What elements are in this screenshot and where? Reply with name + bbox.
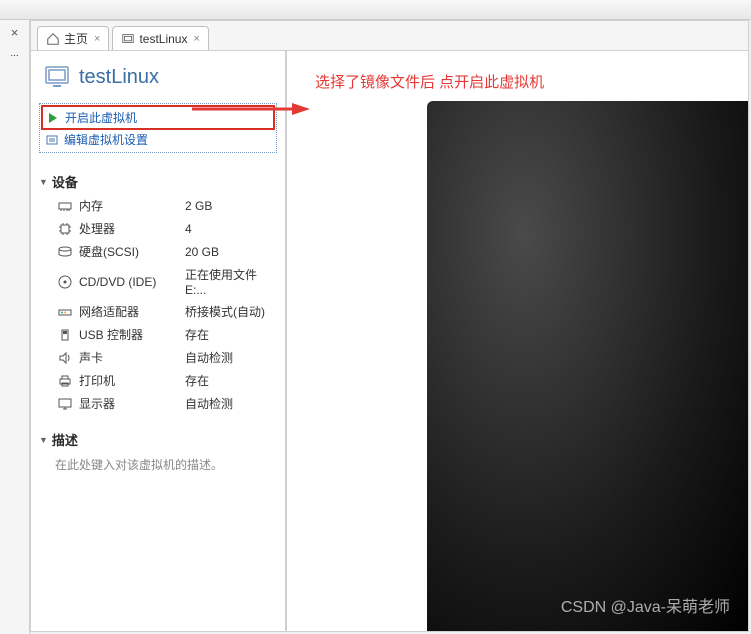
devices-header[interactable]: ▼ 设备 [39,169,277,194]
devices-title: 设备 [52,172,78,191]
settings-icon [46,134,58,146]
tab-close-icon[interactable]: × [193,33,199,45]
vm-preview-panel: 选择了镜像文件后 点开启此虚拟机 CSDN @Java-呆萌老师 [287,51,748,631]
device-value: 存在 [185,326,209,343]
panel-dots: ... [2,48,27,59]
edit-settings-button[interactable]: 编辑虚拟机设置 [42,129,274,150]
device-label: 打印机 [79,372,179,389]
device-label: 硬盘(SCSI) [79,243,179,260]
device-value: 20 GB [185,245,219,259]
device-label: USB 控制器 [79,326,179,343]
device-row-display[interactable]: 显示器 自动检测 [39,392,277,415]
device-value: 2 GB [185,199,212,213]
vm-screen-preview[interactable]: CSDN @Java-呆萌老师 [427,101,748,631]
vm-summary-panel: testLinux 开启此虚拟机 编辑虚拟机设置 [31,51,287,631]
device-value: 4 [185,222,192,236]
description-header[interactable]: ▼ 描述 [39,427,277,452]
vm-icon [121,32,135,46]
description-section: ▼ 描述 在此处键入对该虚拟机的描述。 [39,427,277,473]
device-value: 自动检测 [185,349,233,366]
hdd-icon [57,244,73,260]
device-row-sound[interactable]: 声卡 自动检测 [39,346,277,369]
vm-large-icon [43,63,71,91]
collapse-icon: ▼ [39,177,48,187]
panel-close-button[interactable]: × [2,25,27,40]
usb-icon [57,327,73,343]
printer-icon [57,373,73,389]
device-row-cd[interactable]: CD/DVD (IDE) 正在使用文件 E:... [39,263,277,300]
cpu-icon [57,221,73,237]
tab-bar: 主页 × testLinux × [31,21,748,51]
edit-settings-label: 编辑虚拟机设置 [64,131,148,148]
device-label: 网络适配器 [79,303,179,320]
network-icon [57,304,73,320]
cd-icon [57,274,73,290]
device-value: 存在 [185,372,209,389]
description-title: 描述 [52,430,78,449]
device-row-usb[interactable]: USB 控制器 存在 [39,323,277,346]
collapse-icon: ▼ [39,435,48,445]
device-label: 处理器 [79,220,179,237]
device-label: CD/DVD (IDE) [79,275,179,289]
device-list: 内存 2 GB 处理器 4 硬盘(SCSI) 20 GB [39,194,277,415]
play-icon [47,112,59,124]
device-row-cpu[interactable]: 处理器 4 [39,217,277,240]
device-row-network[interactable]: 网络适配器 桥接模式(自动) [39,300,277,323]
tab-vm[interactable]: testLinux × [112,26,208,50]
tab-home[interactable]: 主页 × [37,26,109,50]
top-toolbar [0,0,751,20]
power-on-button[interactable]: 开启此虚拟机 [41,105,275,130]
device-value: 正在使用文件 E:... [185,266,277,297]
memory-icon [57,198,73,214]
device-row-hdd[interactable]: 硬盘(SCSI) 20 GB [39,240,277,263]
home-icon [46,32,60,46]
tab-label: 主页 [64,30,88,47]
device-label: 内存 [79,197,179,214]
left-strip: × ... [0,20,30,634]
device-row-memory[interactable]: 内存 2 GB [39,194,277,217]
tab-label: testLinux [139,32,187,46]
watermark-text: CSDN @Java-呆萌老师 [561,593,730,617]
device-value: 自动检测 [185,395,233,412]
tab-close-icon[interactable]: × [94,33,100,45]
device-row-printer[interactable]: 打印机 存在 [39,369,277,392]
power-on-label: 开启此虚拟机 [65,109,137,126]
device-label: 声卡 [79,349,179,366]
vm-actions: 开启此虚拟机 编辑虚拟机设置 [39,103,277,153]
sound-icon [57,350,73,366]
annotation-text: 选择了镜像文件后 点开启此虚拟机 [315,71,544,92]
devices-section: ▼ 设备 内存 2 GB 处理器 4 [39,169,277,415]
description-placeholder[interactable]: 在此处键入对该虚拟机的描述。 [39,452,277,473]
display-icon [57,396,73,412]
device-label: 显示器 [79,395,179,412]
device-value: 桥接模式(自动) [185,303,265,320]
vm-title: testLinux [79,66,159,89]
